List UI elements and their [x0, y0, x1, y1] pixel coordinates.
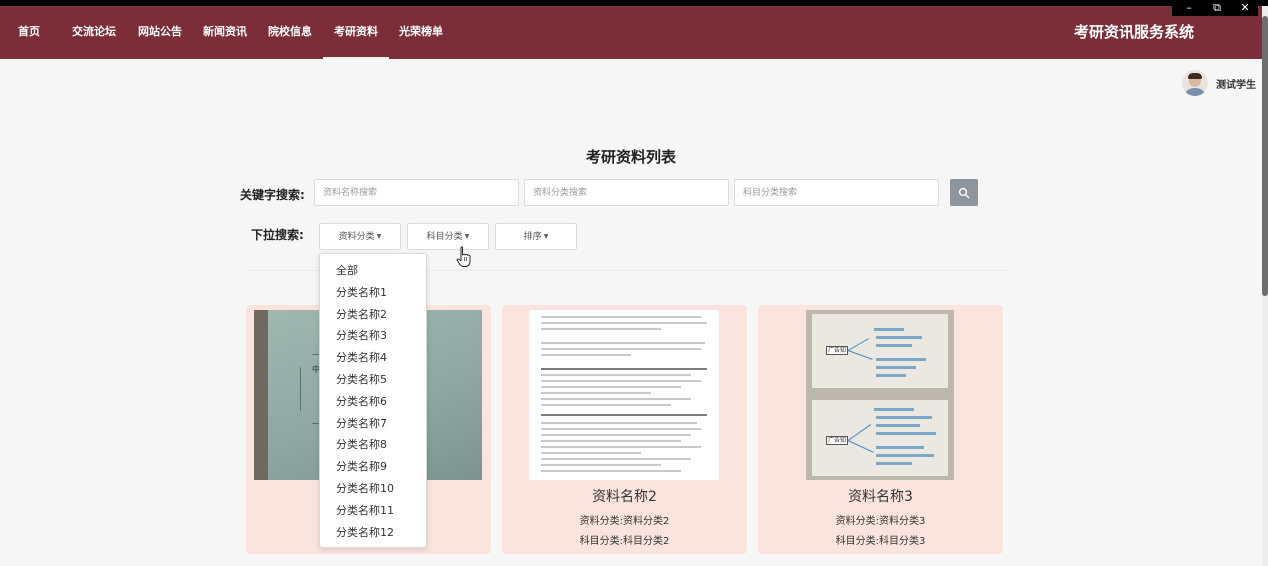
dropdown-label: 科目分类	[426, 232, 463, 242]
nav-announcements[interactable]: 网站公告	[138, 6, 182, 59]
dropdown-label: 资料分类	[338, 232, 375, 242]
nav-honor-list[interactable]: 光荣榜单	[399, 6, 443, 59]
dropdown-option[interactable]: 分类名称4	[320, 347, 426, 369]
dropdown-option[interactable]: 分类名称1	[320, 282, 426, 304]
page-title: 考研资料列表	[585, 148, 676, 166]
material-thumbnail[interactable]	[529, 310, 719, 480]
subject-category-search-input[interactable]	[734, 179, 939, 206]
material-title[interactable]: 资料名称3	[758, 486, 1003, 506]
dropdown-option[interactable]: 分类名称2	[320, 304, 426, 326]
dropdown-option[interactable]: 分类名称8	[320, 434, 426, 456]
dropdown-option[interactable]: 分类名称6	[320, 391, 426, 413]
caret-down-icon: ▼	[543, 233, 549, 240]
dropdown-option[interactable]: 分类名称11	[320, 500, 426, 522]
dropdown-search-label: 下拉搜索:	[251, 228, 304, 242]
search-button[interactable]	[950, 179, 978, 206]
material-thumbnail[interactable]: 广告知识 广告知识	[806, 310, 954, 480]
user-menu[interactable]: 测试学生	[1182, 70, 1256, 96]
material-card[interactable]: 广告知识 广告知识 资料名称3 资料分类:资料分类3 科目分类:科目分类3	[758, 305, 1003, 554]
dropdown-option-all[interactable]: 全部	[320, 260, 426, 282]
dropdown-option[interactable]: 分类名称9	[320, 456, 426, 478]
material-category: 资料分类:资料分类3	[835, 516, 926, 527]
search-icon	[958, 187, 970, 198]
material-card[interactable]: 资料名称2 资料分类:资料分类2 科目分类:科目分类2	[502, 305, 747, 554]
dropdown-label: 排序	[523, 232, 542, 242]
top-navigation: 首页 交流论坛 网站公告 新闻资讯 院校信息 考研资料 光荣榜单 考研资讯服务系…	[0, 6, 1262, 59]
material-category: 资料分类:资料分类2	[579, 516, 670, 527]
material-category-dropdown[interactable]: 资料分类 ▼	[319, 223, 401, 250]
subject-category: 科目分类:科目分类3	[835, 536, 926, 547]
close-icon[interactable]: ✕	[1238, 0, 1252, 16]
nav-materials[interactable]: 考研资料	[323, 6, 389, 59]
material-title[interactable]: 资料名称2	[502, 486, 747, 506]
thumbnail-text: 广告知识	[826, 346, 848, 355]
restore-icon[interactable]: ⧉	[1210, 0, 1224, 16]
nav-forum[interactable]: 交流论坛	[72, 6, 116, 59]
scrollbar-thumb[interactable]	[1262, 16, 1268, 296]
thumbnail-text: 广告知识	[826, 436, 848, 445]
subject-category: 科目分类:科目分类2	[579, 536, 670, 547]
dropdown-option[interactable]: 分类名称12	[320, 522, 426, 544]
caret-down-icon: ▼	[376, 233, 382, 240]
nav-schools[interactable]: 院校信息	[268, 6, 312, 59]
subject-category-dropdown[interactable]: 科目分类 ▼	[407, 223, 489, 250]
keyword-search-label: 关键字搜索:	[240, 188, 305, 202]
dropdown-option[interactable]: 分类名称10	[320, 478, 426, 500]
nav-news[interactable]: 新闻资讯	[203, 6, 247, 59]
hand-pointer-icon	[456, 246, 471, 267]
material-name-search-input[interactable]	[314, 179, 519, 206]
material-category-dropdown-menu: 全部 分类名称1 分类名称2 分类名称3 分类名称4 分类名称5 分类名称6 分…	[319, 253, 427, 548]
nav-home[interactable]: 首页	[18, 6, 40, 59]
dropdown-option[interactable]: 分类名称5	[320, 369, 426, 391]
sort-dropdown[interactable]: 排序 ▼	[495, 223, 577, 250]
minimize-icon[interactable]: –	[1182, 0, 1196, 16]
user-name[interactable]: 测试学生	[1216, 76, 1256, 91]
avatar[interactable]	[1182, 70, 1208, 96]
dropdown-option[interactable]: 分类名称3	[320, 325, 426, 347]
dropdown-option[interactable]: 分类名称7	[320, 413, 426, 435]
material-category-search-input[interactable]	[524, 179, 729, 206]
window-controls: – ⧉ ✕	[1172, 0, 1258, 16]
